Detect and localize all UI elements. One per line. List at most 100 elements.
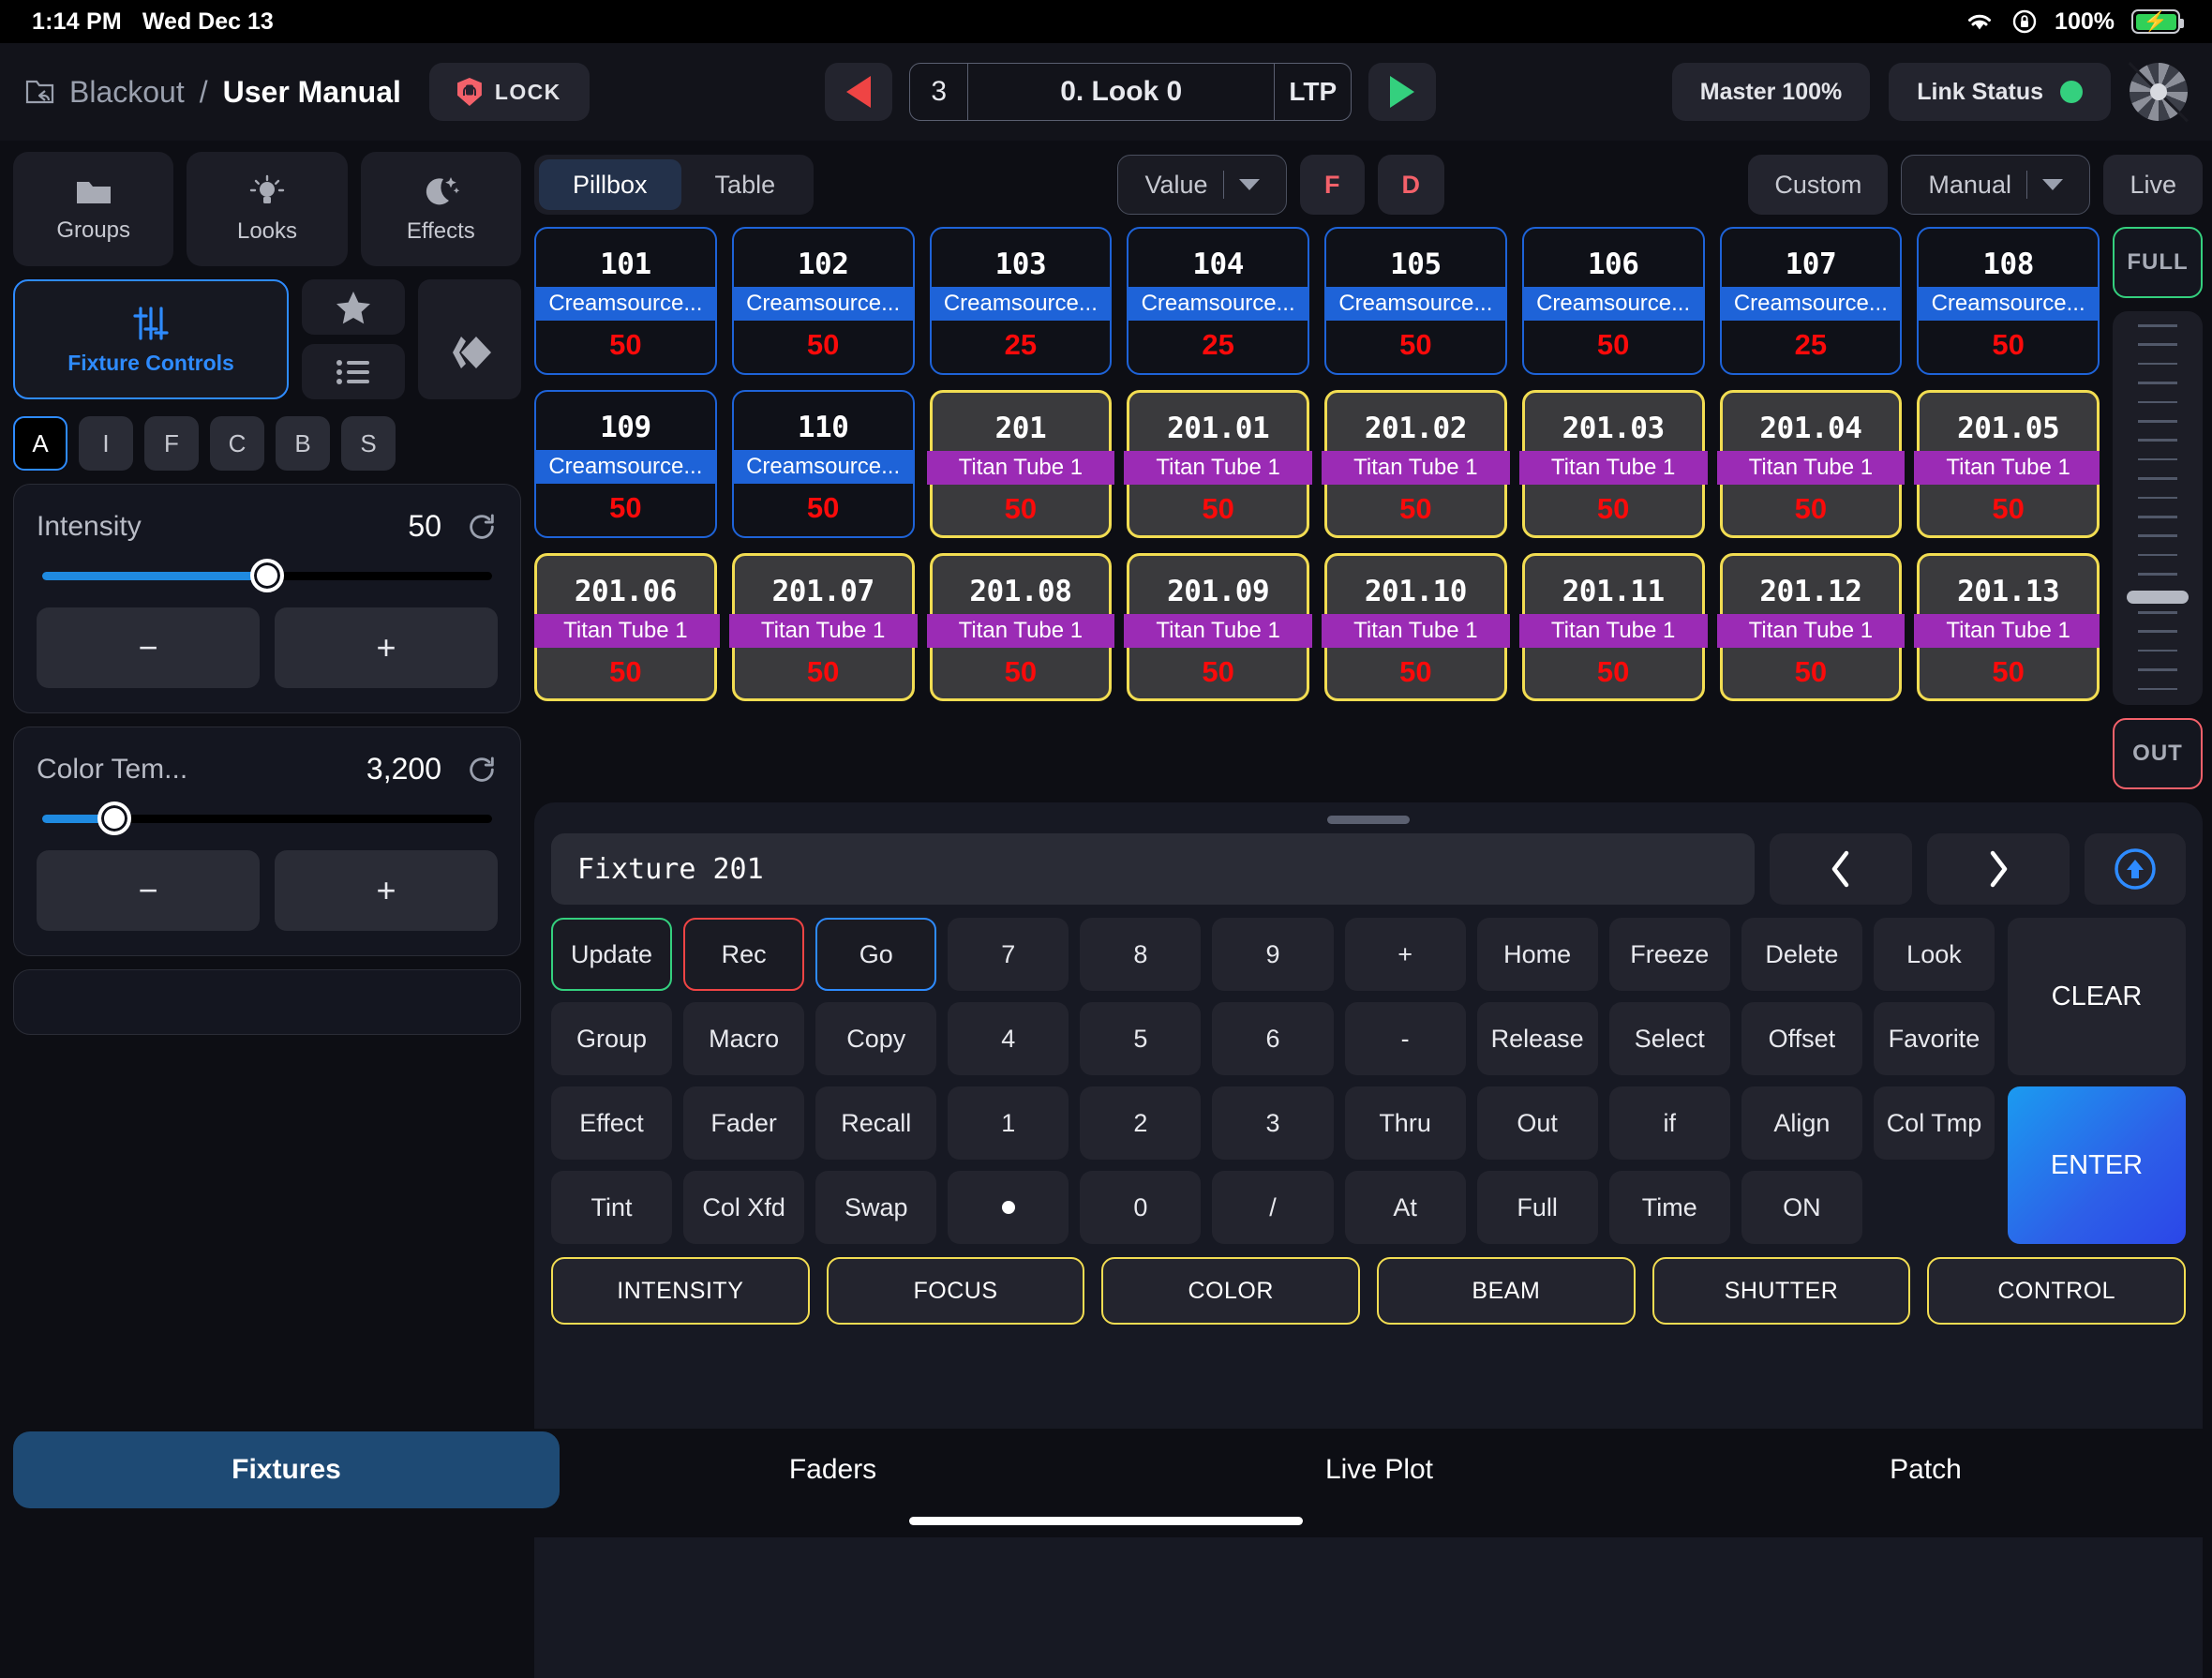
keypad-key[interactable]: Group [551,1002,673,1075]
fixture-cell[interactable]: 201.12 Titan Tube 1 50 [1716,553,1906,701]
keypad-key[interactable]: Release [1476,1002,1598,1075]
sidebar-item-layers[interactable] [418,279,521,399]
fixture-cell[interactable]: 201.09 Titan Tube 1 50 [1124,553,1312,701]
color-temp-minus-button[interactable]: − [37,850,260,931]
fixture-cell[interactable]: 103 Creamsource... 25 [929,227,1113,375]
sidebar-item-list[interactable] [302,344,405,399]
reset-icon[interactable] [466,511,498,543]
intensity-plus-button[interactable]: + [275,607,498,688]
fixture-cell[interactable]: 201.07 Titan Tube 1 50 [728,553,918,701]
fixture-cell[interactable]: 201.01 Titan Tube 1 50 [1124,390,1312,538]
keypad-key[interactable]: Fader [683,1086,805,1160]
tab-table[interactable]: Table [681,159,810,210]
fixture-cell[interactable]: 201.04 Titan Tube 1 50 [1716,390,1906,538]
category-button[interactable]: SHUTTER [1652,1257,1911,1325]
keypad-key[interactable]: Go [815,918,937,991]
fixture-cell[interactable]: 101 Creamsource... 50 [534,227,717,375]
attr-tab-c[interactable]: C [210,416,264,471]
category-button[interactable]: INTENSITY [551,1257,810,1325]
keypad-key[interactable]: 2 [1080,1086,1202,1160]
keypad-key[interactable]: 4 [948,1002,1069,1075]
sidebar-item-effects[interactable]: Effects [360,152,521,266]
keypad-key[interactable]: Delete [1741,918,1862,991]
command-line-input[interactable]: Fixture 201 [551,833,1755,905]
intensity-minus-button[interactable]: − [37,607,260,688]
keypad-key[interactable]: Col Tmp [1873,1086,1995,1160]
master-level-button[interactable]: Master 100% [1671,63,1871,121]
enter-button[interactable]: ENTER [2008,1086,2186,1244]
keypad-key[interactable]: 1 [948,1086,1069,1160]
fixture-cell[interactable]: 201.06 Titan Tube 1 50 [534,553,720,701]
keypad-key[interactable]: / [1212,1171,1334,1244]
nav-tab-patch[interactable]: Patch [1652,1431,2199,1508]
keypad-key[interactable]: Align [1741,1086,1862,1160]
fixture-cell[interactable]: 104 Creamsource... 25 [1127,227,1309,375]
fixture-cell[interactable]: 201.11 Titan Tube 1 50 [1518,553,1708,701]
sidebar-item-looks[interactable]: Looks [187,152,348,266]
keypad-key[interactable]: Select [1608,1002,1730,1075]
category-button[interactable]: COLOR [1101,1257,1361,1325]
keypad-key[interactable]: ON [1741,1171,1862,1244]
keypad-key[interactable]: if [1608,1086,1730,1160]
master-fader-knob[interactable] [2127,591,2189,604]
keypad-key[interactable]: Rec [683,918,805,991]
live-button[interactable]: Live [2103,155,2203,215]
attr-tab-s[interactable]: S [341,416,396,471]
nav-tab-faders[interactable]: Faders [560,1431,1106,1508]
command-next-button[interactable] [1927,833,2070,905]
clear-button[interactable]: CLEAR [2008,918,2186,1075]
lock-button[interactable]: LOCK [428,63,590,121]
reset-icon[interactable] [466,754,498,786]
fixture-cell[interactable]: 201.03 Titan Tube 1 50 [1518,390,1708,538]
keypad-key[interactable]: Tint [551,1171,673,1244]
fixture-cell[interactable]: 106 Creamsource... 50 [1521,227,1705,375]
fixture-cell[interactable]: 201.02 Titan Tube 1 50 [1322,390,1510,538]
keypad-key[interactable]: 9 [1212,918,1334,991]
keypad-key[interactable]: Effect [551,1086,673,1160]
nav-tab-fixtures[interactable]: Fixtures [13,1431,560,1508]
sidebar-item-groups[interactable]: Groups [13,152,174,266]
drag-handle[interactable] [1327,816,1410,824]
keypad-key[interactable]: + [1344,918,1466,991]
keypad-key[interactable]: Swap [815,1171,937,1244]
link-status-button[interactable]: Link Status [1889,63,2111,121]
keypad-key[interactable]: Out [1476,1086,1598,1160]
keypad-key[interactable]: Look [1873,918,1995,991]
intensity-slider[interactable] [42,559,492,592]
fixture-cell[interactable]: 201.10 Titan Tube 1 50 [1322,553,1510,701]
next-cue-button[interactable] [1368,63,1437,121]
keypad-key[interactable]: Time [1608,1171,1730,1244]
fixture-cell[interactable]: 109 Creamsource... 50 [534,390,717,538]
filter-d-button[interactable]: D [1377,155,1445,215]
attr-tab-a[interactable]: A [13,416,67,471]
command-prev-button[interactable] [1770,833,1912,905]
keypad-key[interactable]: Thru [1344,1086,1466,1160]
keypad-key[interactable] [948,1171,1069,1244]
keypad-key[interactable]: 7 [948,918,1069,991]
sidebar-item-favorites[interactable] [302,279,405,335]
color-temp-slider-knob[interactable] [97,802,131,835]
fixture-cell[interactable]: 108 Creamsource... 50 [1917,227,2100,375]
current-cue-display[interactable]: 3 0. Look 0 LTP [909,63,1353,121]
custom-button[interactable]: Custom [1748,155,1889,215]
attr-tab-b[interactable]: B [276,416,330,471]
previous-cue-button[interactable] [825,63,893,121]
fixture-cell[interactable]: 201 Titan Tube 1 50 [926,390,1115,538]
color-temp-slider[interactable] [42,802,492,835]
attr-tab-i[interactable]: I [79,416,133,471]
value-dropdown[interactable]: Value [1117,155,1288,215]
category-button[interactable]: FOCUS [826,1257,1085,1325]
fixture-cell[interactable]: 110 Creamsource... 50 [731,390,915,538]
gobo-wheel-icon[interactable] [2130,63,2188,121]
keypad-key[interactable]: 3 [1212,1086,1334,1160]
color-temp-plus-button[interactable]: + [275,850,498,931]
keypad-key[interactable]: 6 [1212,1002,1334,1075]
attr-tab-f[interactable]: F [144,416,199,471]
show-name[interactable]: Blackout [69,75,185,110]
keypad-key[interactable]: - [1344,1002,1466,1075]
keypad-key[interactable]: Update [551,918,673,991]
fixture-cell[interactable]: 105 Creamsource... 50 [1324,227,1507,375]
category-button[interactable]: BEAM [1377,1257,1636,1325]
keypad-key[interactable]: 8 [1080,918,1202,991]
master-fader-track[interactable] [2113,311,2203,705]
